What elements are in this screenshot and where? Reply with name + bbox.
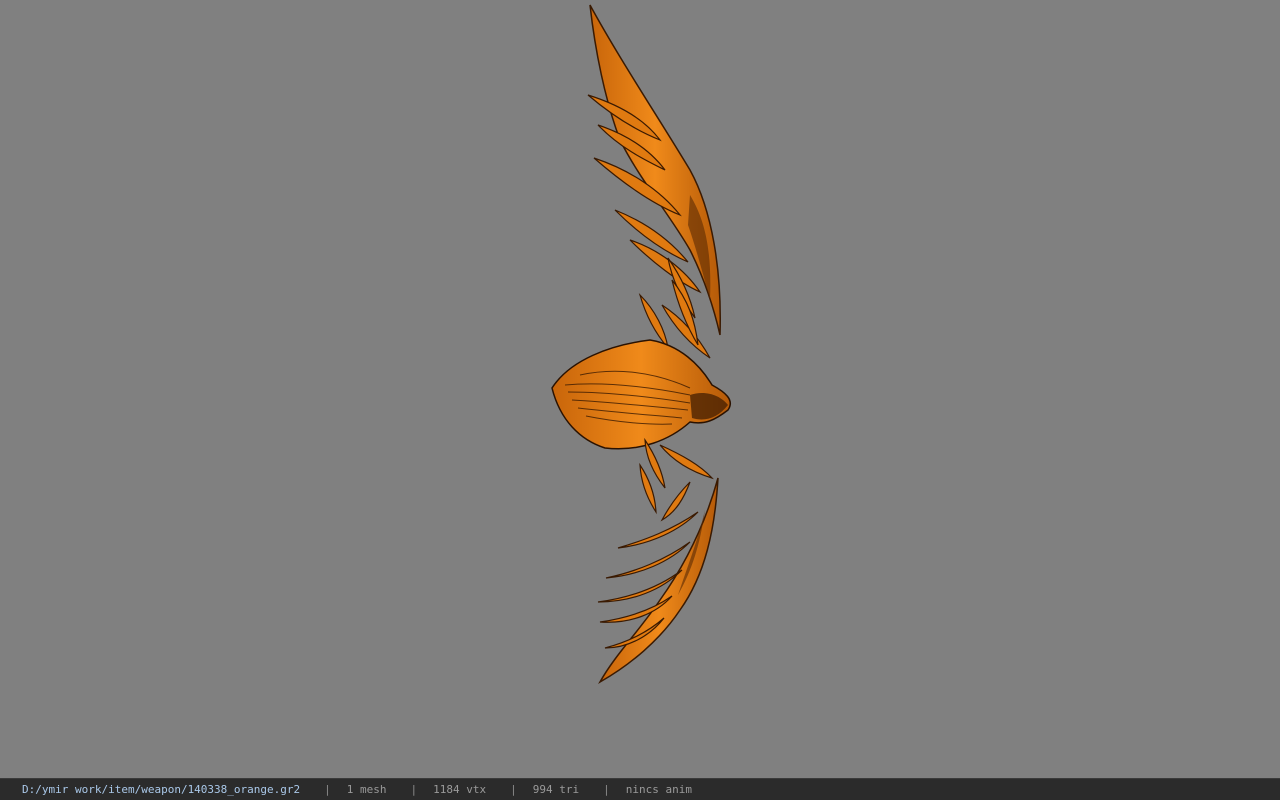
status-bar: D:/ymir work/item/weapon/140338_orange.g… <box>0 778 1280 800</box>
file-path: D:/ymir work/item/weapon/140338_orange.g… <box>22 783 301 796</box>
status-separator: | <box>510 783 517 796</box>
status-separator: | <box>410 783 418 796</box>
vertex-count: 1184 vtx <box>433 783 487 796</box>
bow-model-icon <box>551 4 732 684</box>
animation-status: nincs anim <box>625 783 692 796</box>
status-separator: | <box>324 783 331 796</box>
status-separator: | <box>603 783 610 796</box>
bow-lower-limb <box>598 477 719 684</box>
triangle-count: 994 tri <box>532 783 580 796</box>
model-viewport[interactable] <box>0 0 1280 778</box>
mesh-count: 1 mesh <box>346 783 387 796</box>
